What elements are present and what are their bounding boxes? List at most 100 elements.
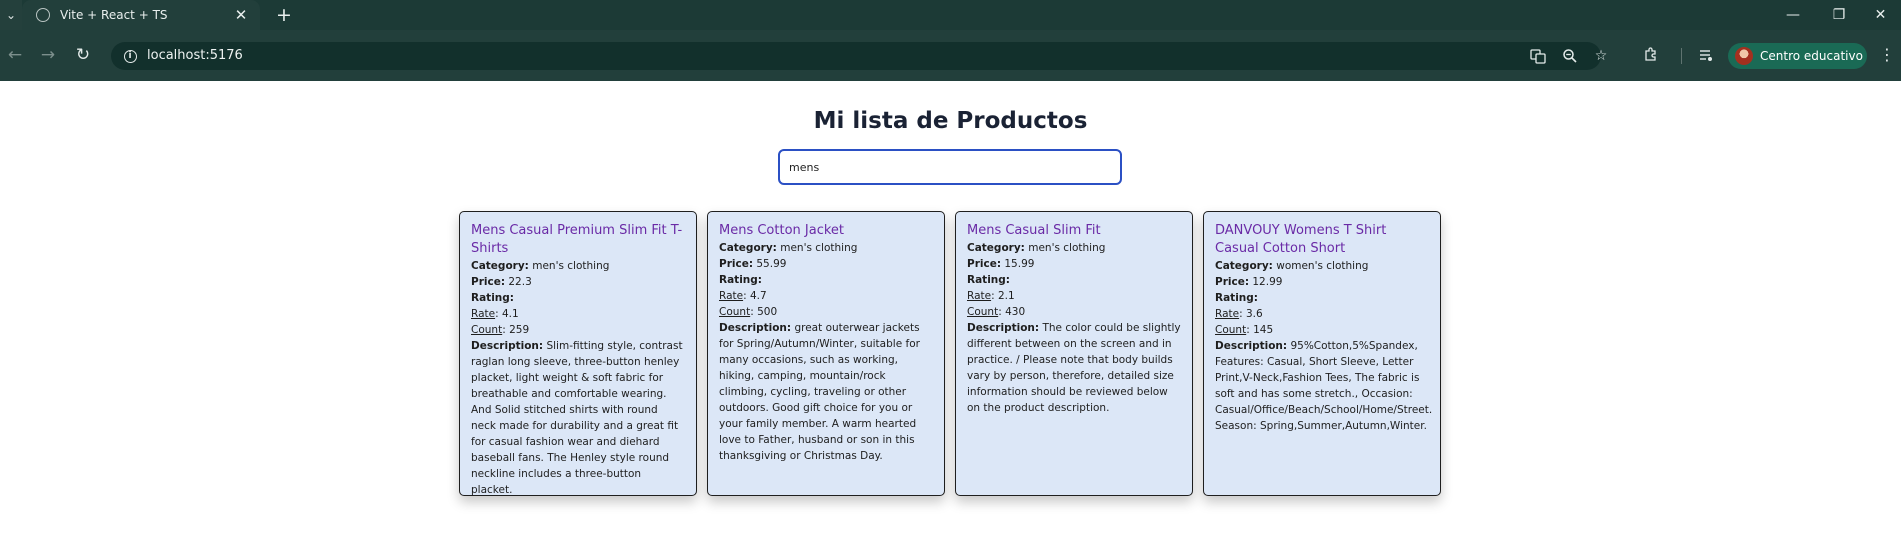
description-label: Description: xyxy=(719,322,792,334)
price-value: 15.99 xyxy=(1004,258,1035,270)
tab-title: Vite + React + TS xyxy=(60,8,168,22)
translate-icon[interactable] xyxy=(1527,46,1549,66)
product-card: Mens Casual Slim Fit Category: men's clo… xyxy=(955,211,1193,496)
bookmark-star-icon[interactable]: ☆ xyxy=(1590,46,1612,66)
description-text: Slim-fitting style, contrast raglan long… xyxy=(471,340,683,496)
product-description: Description: great outerwear jackets for… xyxy=(719,320,933,464)
product-price: Price: 55.99 xyxy=(719,256,933,272)
rate-value: 4.1 xyxy=(501,308,519,320)
avatar xyxy=(1735,47,1753,65)
category-label: Category: xyxy=(967,242,1025,254)
price-value: 12.99 xyxy=(1252,276,1283,288)
category-label: Category: xyxy=(1215,260,1273,272)
toolbar-divider xyxy=(1681,48,1682,64)
price-label: Price: xyxy=(967,258,1002,270)
rating-label: Rating: xyxy=(967,274,1010,286)
product-count: Count: 145 xyxy=(1215,324,1274,336)
rate-value: 4.7 xyxy=(749,290,767,302)
count-label: Count xyxy=(719,306,751,318)
extensions-icon[interactable] xyxy=(1640,44,1662,66)
price-label: Price: xyxy=(471,276,506,288)
count-value: 259 xyxy=(509,324,530,336)
count-label: Count xyxy=(967,306,999,318)
product-rate: Rate: 3.6 xyxy=(1215,308,1263,320)
product-card: Mens Cotton Jacket Category: men's cloth… xyxy=(707,211,945,496)
profile-button[interactable]: Centro educativo xyxy=(1728,43,1867,69)
product-price: Price: 22.3 xyxy=(471,274,685,290)
category-value: women's clothing xyxy=(1276,260,1369,272)
product-title: Mens Casual Slim Fit xyxy=(967,223,1101,238)
product-category: Category: men's clothing xyxy=(967,240,1181,256)
rate-label: Rate xyxy=(1215,308,1240,320)
description-text: 95%Cotton,5%Spandex, Features: Casual, S… xyxy=(1215,340,1433,432)
globe-icon xyxy=(36,8,50,22)
product-title: Mens Casual Premium Slim Fit T-Shirts xyxy=(471,223,683,256)
address-bar[interactable]: i localhost:5176 ☆ xyxy=(111,42,1607,70)
search-input[interactable] xyxy=(778,149,1122,185)
product-count: Count: 430 xyxy=(967,306,1026,318)
reload-icon[interactable]: ↻ xyxy=(68,40,98,70)
product-category: Category: men's clothing xyxy=(719,240,933,256)
profile-name: Centro educativo xyxy=(1760,49,1863,63)
browser-tab[interactable]: Vite + React + TS ✕ xyxy=(22,0,260,30)
site-info-icon[interactable]: i xyxy=(120,46,140,66)
count-label: Count xyxy=(471,324,503,336)
page-title: Mi lista de Productos xyxy=(813,108,1088,134)
product-count: Count: 500 xyxy=(719,306,778,318)
product-title: DANVOUY Womens T Shirt Casual Cotton Sho… xyxy=(1215,223,1387,256)
close-window-button[interactable]: ✕ xyxy=(1860,0,1901,30)
product-price: Price: 15.99 xyxy=(967,256,1181,272)
forward-arrow-icon[interactable]: → xyxy=(33,40,63,70)
product-rating: Rating: xyxy=(471,290,685,306)
rate-value: 2.1 xyxy=(997,290,1015,302)
description-text: The color could be slightly different be… xyxy=(967,322,1181,414)
product-count: Count: 259 xyxy=(471,324,530,336)
product-card: Mens Casual Premium Slim Fit T-Shirts Ca… xyxy=(459,211,697,496)
category-value: men's clothing xyxy=(532,260,610,272)
rating-label: Rating: xyxy=(471,292,514,304)
zoom-out-icon[interactable] xyxy=(1559,46,1581,66)
price-value: 55.99 xyxy=(756,258,787,270)
url-text[interactable]: localhost:5176 xyxy=(147,48,243,63)
new-tab-button[interactable]: + xyxy=(272,3,296,27)
tab-search-chevron-icon[interactable]: ⌄ xyxy=(0,0,22,30)
category-value: men's clothing xyxy=(1028,242,1106,254)
restore-button[interactable]: ❐ xyxy=(1816,0,1862,30)
close-tab-icon[interactable]: ✕ xyxy=(232,6,250,24)
product-description: Description: 95%Cotton,5%Spandex, Featur… xyxy=(1215,338,1433,434)
rate-label: Rate xyxy=(471,308,496,320)
description-label: Description: xyxy=(967,322,1040,334)
product-rate: Rate: 2.1 xyxy=(967,290,1015,302)
count-value: 145 xyxy=(1253,324,1274,336)
browser-toolbar: ← → ↻ i localhost:5176 ☆ Centro educativ… xyxy=(0,30,1901,81)
product-description: Description: Slim-fitting style, contras… xyxy=(471,338,685,496)
product-category: Category: men's clothing xyxy=(471,258,685,274)
description-text: great outerwear jackets for Spring/Autum… xyxy=(719,322,920,462)
product-category: Category: women's clothing xyxy=(1215,258,1429,274)
rate-label: Rate xyxy=(719,290,744,302)
more-menu-icon[interactable]: ⋮ xyxy=(1878,44,1896,66)
price-label: Price: xyxy=(719,258,754,270)
rate-label: Rate xyxy=(967,290,992,302)
rate-value: 3.6 xyxy=(1245,308,1263,320)
price-value: 22.3 xyxy=(508,276,532,288)
product-rate: Rate: 4.1 xyxy=(471,308,519,320)
description-label: Description: xyxy=(1215,340,1288,352)
count-label: Count xyxy=(1215,324,1247,336)
category-label: Category: xyxy=(471,260,529,272)
back-arrow-icon[interactable]: ← xyxy=(0,40,30,70)
product-description: Description: The color could be slightly… xyxy=(967,320,1181,416)
product-rate: Rate: 4.7 xyxy=(719,290,767,302)
minimize-button[interactable]: — xyxy=(1770,0,1816,30)
product-list: Mens Casual Premium Slim Fit T-Shirts Ca… xyxy=(459,211,1441,496)
product-title: Mens Cotton Jacket xyxy=(719,223,845,238)
rating-label: Rating: xyxy=(719,274,762,286)
product-card: DANVOUY Womens T Shirt Casual Cotton Sho… xyxy=(1203,211,1441,496)
product-rating: Rating: xyxy=(967,272,1181,288)
product-rating: Rating: xyxy=(1215,290,1429,306)
media-playlist-icon[interactable] xyxy=(1695,44,1717,66)
product-rating: Rating: xyxy=(719,272,933,288)
description-label: Description: xyxy=(471,340,544,352)
rating-label: Rating: xyxy=(1215,292,1258,304)
count-value: 500 xyxy=(757,306,778,318)
